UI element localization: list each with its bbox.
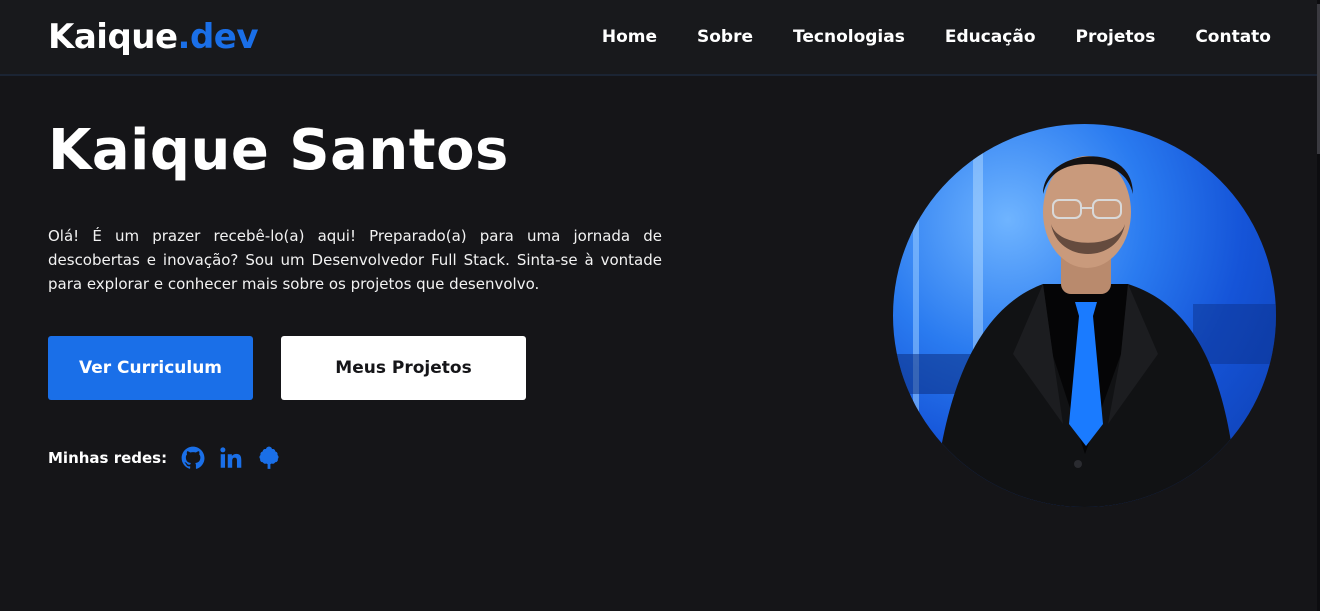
logo-accent: .dev — [177, 17, 259, 57]
tree-icon[interactable] — [255, 444, 283, 472]
nav-link-home[interactable]: Home — [602, 27, 657, 47]
nav-link-projetos[interactable]: Projetos — [1076, 27, 1156, 47]
hero-description: Olá! É um prazer recebê-lo(a) aqui! Prep… — [48, 227, 662, 293]
social-label: Minhas redes: — [48, 449, 168, 467]
navbar: Kaique.dev Home Sobre Tecnologias Educaç… — [0, 0, 1320, 76]
profile-photo — [893, 124, 1276, 507]
nav-link-contato[interactable]: Contato — [1195, 27, 1271, 47]
hero-title: Kaique Santos — [48, 118, 509, 183]
nav-link-sobre[interactable]: Sobre — [697, 27, 753, 47]
nav-link-tecnologias[interactable]: Tecnologias — [793, 27, 905, 47]
nav-links: Home Sobre Tecnologias Educação Projetos… — [602, 27, 1271, 47]
logo-main: Kaique — [48, 17, 178, 57]
linkedin-icon[interactable] — [217, 444, 245, 472]
logo[interactable]: Kaique.dev — [48, 17, 259, 57]
profile-photo-illustration — [893, 124, 1276, 507]
resume-button[interactable]: Ver Curriculum — [48, 336, 253, 400]
projects-button[interactable]: Meus Projetos — [281, 336, 526, 400]
social-links: Minhas redes: — [48, 443, 283, 473]
github-icon[interactable] — [179, 444, 207, 472]
nav-link-educacao[interactable]: Educação — [945, 27, 1036, 47]
